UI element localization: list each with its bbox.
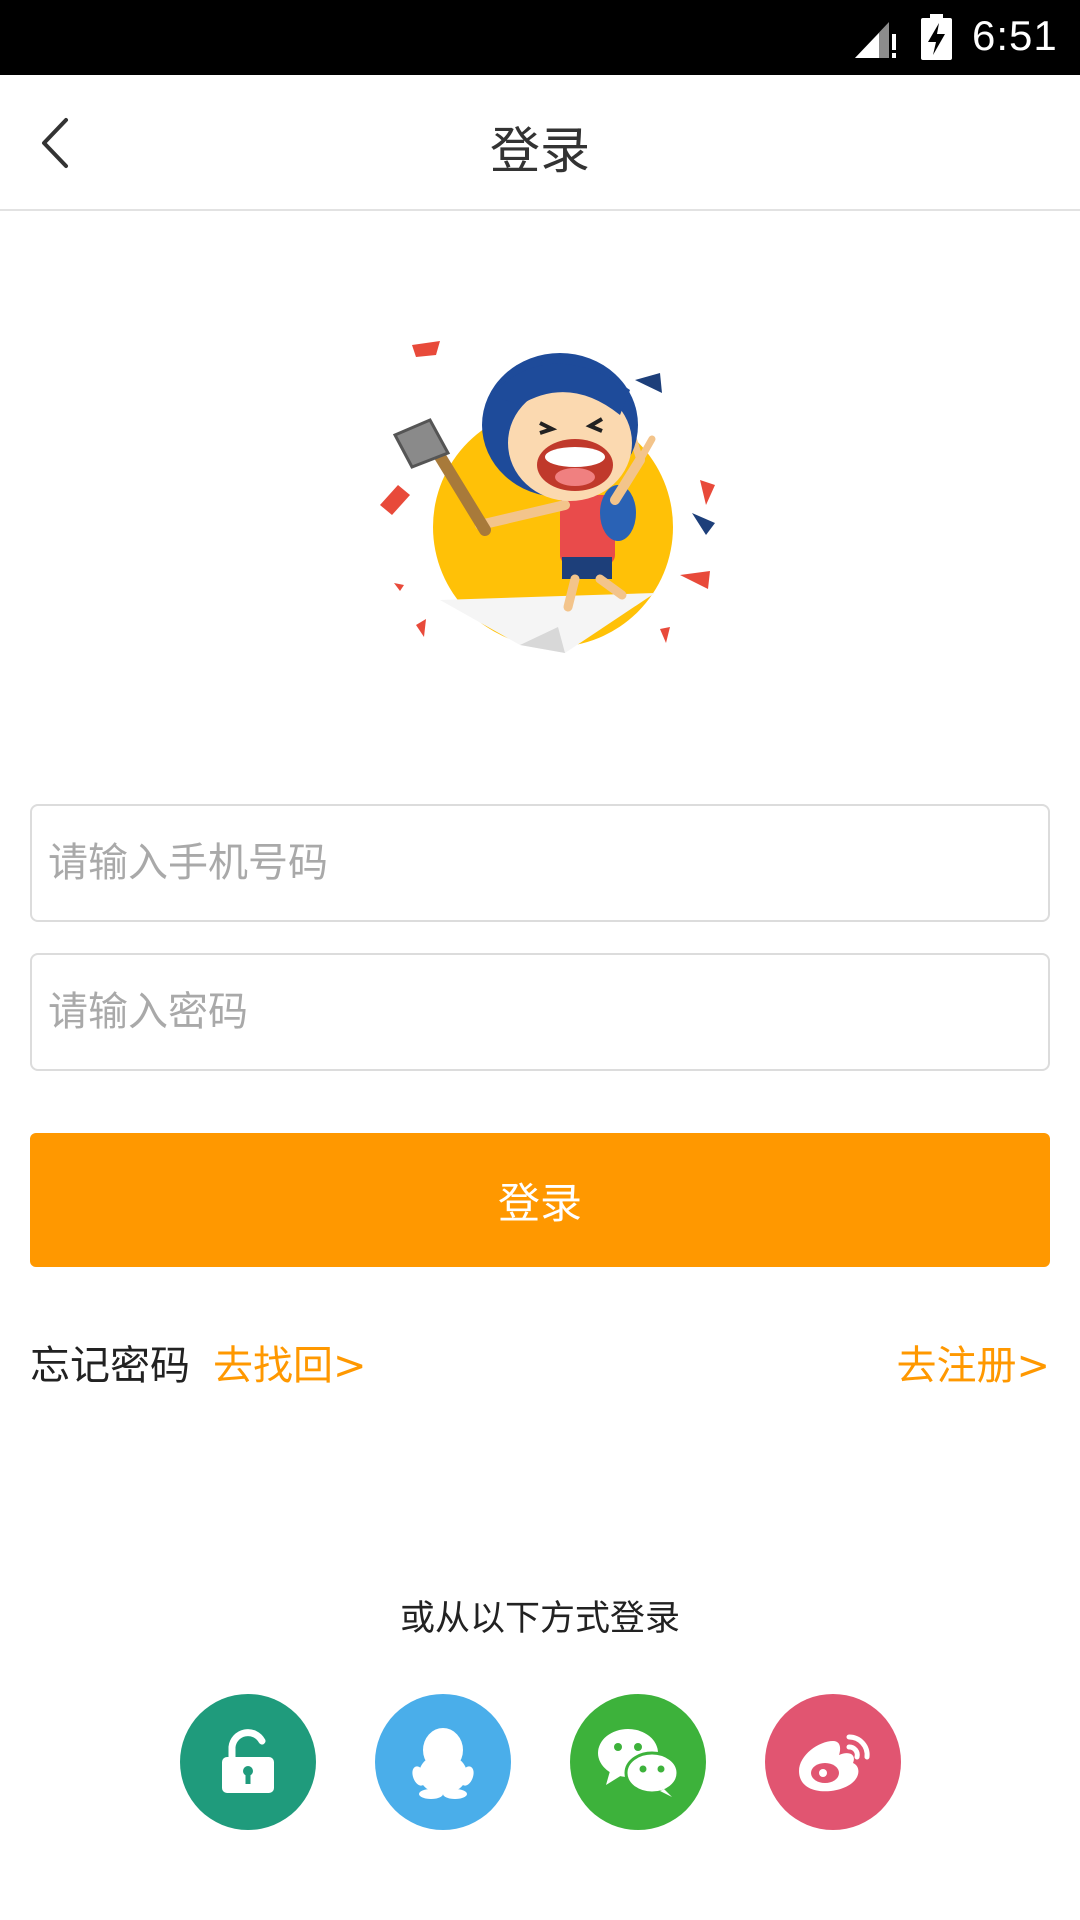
wechat-icon — [598, 1729, 680, 1797]
qq-login-button[interactable] — [375, 1694, 511, 1830]
battery-charging-icon — [921, 14, 952, 60]
password-field[interactable] — [30, 953, 1050, 1071]
qq-icon — [412, 1728, 474, 1799]
other-login-label: 或从以下方式登录 — [399, 1599, 680, 1639]
weibo-login-button[interactable] — [765, 1694, 901, 1830]
register-link[interactable]: 去注册> — [896, 1333, 1050, 1391]
signal-icon — [855, 22, 896, 58]
account-login-button[interactable] — [180, 1694, 316, 1830]
unlock-icon — [222, 1729, 274, 1793]
password-input[interactable] — [32, 955, 1048, 1069]
forgot-password-label: 忘记密码 — [30, 1343, 190, 1389]
login-button[interactable]: 登录 — [30, 1133, 1050, 1267]
clock: 6:51 — [972, 12, 1058, 59]
phone-field[interactable] — [30, 804, 1050, 922]
wechat-login-button[interactable] — [570, 1694, 706, 1830]
recover-password-link[interactable]: 去找回> — [213, 1333, 367, 1391]
status-bar: 6:51 — [0, 0, 1080, 75]
mascot-illustration — [380, 341, 715, 653]
app-bar: 登录 — [0, 75, 1080, 211]
phone-input[interactable] — [32, 806, 1048, 920]
weibo-icon — [799, 1734, 870, 1792]
page-title: 登录 — [490, 122, 590, 180]
